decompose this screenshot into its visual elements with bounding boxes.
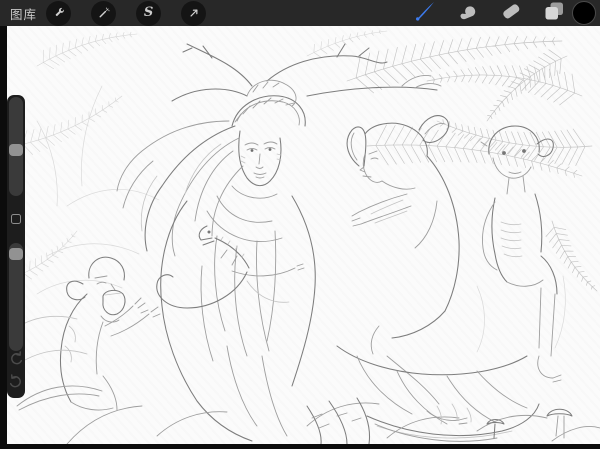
color-swatch[interactable] (572, 1, 596, 25)
selection-s-icon: S (144, 6, 153, 19)
paint-tool-button[interactable] (413, 1, 437, 25)
artwork-sketch (7, 26, 600, 444)
smudge-tool-button[interactable] (456, 1, 480, 25)
erase-tool-button[interactable] (499, 1, 523, 25)
drawing-canvas[interactable] (7, 26, 600, 444)
top-toolbar: 图库 S (0, 0, 600, 26)
artwork-small-goblin (60, 257, 160, 410)
selection-button[interactable]: S (136, 1, 161, 26)
eraser-icon (499, 0, 523, 28)
modify-button[interactable] (11, 214, 21, 224)
brush-sidebar (7, 95, 25, 398)
artwork-shading (61, 123, 541, 441)
opacity-handle[interactable] (9, 248, 23, 260)
transform-arrow-icon (187, 6, 201, 20)
artwork-right-goblin (337, 116, 539, 442)
magic-wand-icon (97, 6, 111, 20)
layers-icon (542, 0, 566, 28)
undo-arrow-icon (8, 353, 24, 370)
redo-button[interactable] (8, 373, 24, 389)
brush-stroke-icon (413, 0, 437, 28)
artwork-woman (117, 80, 315, 441)
wrench-icon (52, 6, 66, 20)
artwork-background-ferns (15, 30, 597, 291)
right-tool-group (413, 0, 596, 26)
layers-button[interactable] (542, 1, 566, 25)
actions-button[interactable] (46, 1, 71, 26)
smudge-finger-icon (456, 0, 480, 28)
brush-size-handle[interactable] (9, 144, 23, 156)
left-tool-group: S (46, 1, 206, 26)
adjustments-button[interactable] (91, 1, 116, 26)
gallery-button[interactable]: 图库 (10, 4, 37, 23)
artwork-branches (172, 44, 441, 101)
redo-arrow-icon (8, 376, 24, 393)
undo-button[interactable] (8, 350, 24, 366)
transform-button[interactable] (181, 1, 206, 26)
